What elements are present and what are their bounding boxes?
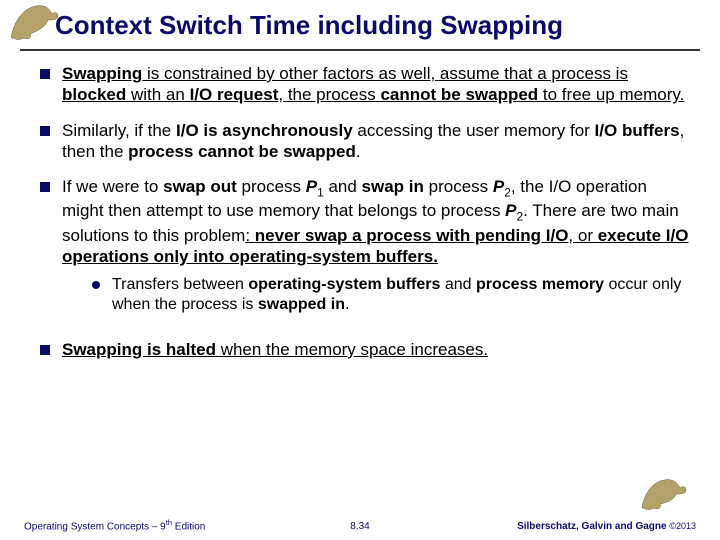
sub-bullet-text: Transfers between operating-system buffe… xyxy=(112,275,690,315)
bullet-item: Similarly, if the I/O is asynchronously … xyxy=(40,120,690,163)
slide-content: Swapping is constrained by other factors… xyxy=(0,51,720,360)
square-bullet-icon xyxy=(40,69,50,79)
slide-title: Context Switch Time including Swapping xyxy=(55,10,700,41)
bullet-text: Similarly, if the I/O is asynchronously … xyxy=(62,120,690,163)
footer-left: Operating System Concepts – 9th Edition xyxy=(24,518,205,532)
square-bullet-icon xyxy=(40,345,50,355)
square-bullet-icon xyxy=(40,182,50,192)
bullet-item: Swapping is halted when the memory space… xyxy=(40,339,690,360)
bullet-text: Swapping is constrained by other factors… xyxy=(62,63,690,106)
slide-header: Context Switch Time including Swapping xyxy=(0,0,720,45)
footer-page-number: 8.34 xyxy=(350,521,369,532)
bullet-item: If we were to swap out process P1 and sw… xyxy=(40,176,690,325)
circle-bullet-icon xyxy=(92,281,100,289)
bullet-item: Swapping is constrained by other factors… xyxy=(40,63,690,106)
square-bullet-icon xyxy=(40,126,50,136)
dinosaur-icon xyxy=(6,0,66,42)
bullet-text: Swapping is halted when the memory space… xyxy=(62,339,690,360)
dinosaur-icon xyxy=(638,472,692,512)
sub-bullet-item: Transfers between operating-system buffe… xyxy=(92,275,690,315)
bullet-text: If we were to swap out process P1 and sw… xyxy=(62,176,690,325)
footer-right: Silberschatz, Galvin and Gagne ©2013 xyxy=(517,521,696,532)
slide: Context Switch Time including Swapping S… xyxy=(0,0,720,540)
